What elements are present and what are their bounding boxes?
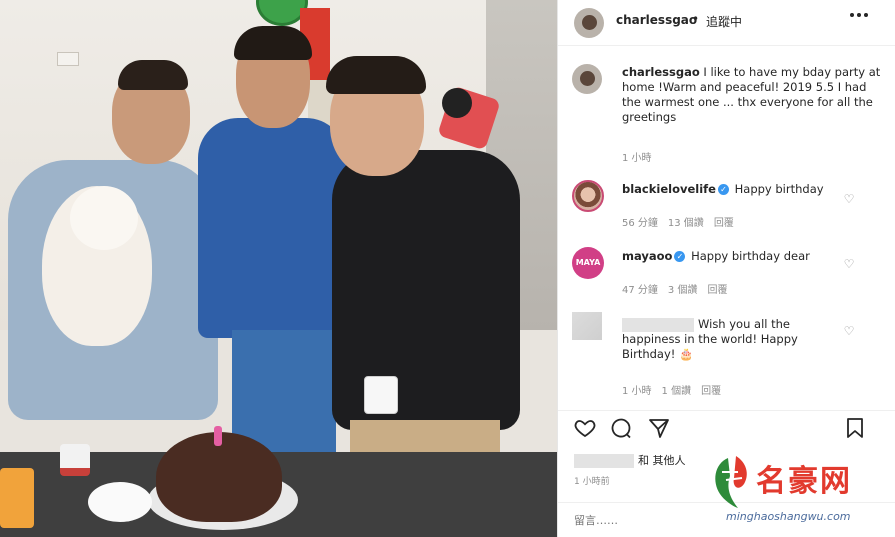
white-plate (88, 482, 152, 522)
post-header: charlessgao • 追蹤中 (558, 0, 895, 46)
person-middle-hair (234, 26, 312, 60)
caption-username[interactable]: charlessgao (622, 65, 700, 79)
heart-icon[interactable]: ♡ (842, 192, 856, 206)
avatar[interactable] (574, 8, 604, 38)
commenter-avatar[interactable] (572, 180, 604, 212)
small-cup (364, 376, 398, 414)
post-time: 1 小時前 (574, 477, 610, 487)
comment-likes[interactable]: 13 個讚 (668, 218, 704, 229)
post-photo[interactable] (0, 0, 557, 537)
comment-meta: 56 分鐘 13 個讚 回覆 (622, 214, 744, 229)
paper-cup (60, 444, 90, 476)
comment-text-block: mayaoo ✓ Happy birthday dear (622, 249, 846, 264)
reply-button[interactable]: 回覆 (707, 285, 727, 296)
white-dog-head (70, 186, 138, 250)
watermark-logo-icon (708, 452, 754, 512)
wall-socket (57, 52, 79, 66)
person-right (332, 150, 520, 430)
blurred-username (622, 317, 694, 332)
comment-likes[interactable]: 3 個讚 (668, 285, 698, 296)
comment-time: 56 分鐘 (622, 218, 658, 229)
watermark: 名豪网 minghaoshangwu.com (708, 448, 893, 532)
comment-text: Happy birthday dear (691, 249, 810, 263)
candle (214, 426, 222, 446)
comment-text-block: Wish you all the happiness in the world!… (622, 317, 846, 362)
heart-icon[interactable] (572, 416, 598, 442)
more-dots-icon[interactable] (846, 4, 872, 30)
caption: charlessgao I like to have my bday party… (622, 65, 882, 125)
header-separator: • (692, 12, 700, 26)
commenter-avatar[interactable] (572, 312, 602, 340)
header-username[interactable]: charlessgao (616, 13, 697, 27)
comment-item: Wish you all the happiness in the world!… (558, 312, 895, 402)
comment-item: blackielovelife ✓ Happy birthday 56 分鐘 13 … (558, 180, 895, 242)
caption-avatar[interactable] (572, 64, 602, 94)
actions-divider (558, 410, 895, 411)
share-icon[interactable] (646, 416, 672, 442)
commenter-username[interactable]: blackielovelife (622, 182, 716, 196)
commenter-avatar[interactable]: MAYA (572, 247, 604, 279)
comment-time: 1 小時 (622, 386, 652, 397)
comment-likes[interactable]: 1 個讚 (662, 386, 692, 397)
comment-text: Happy birthday (734, 182, 824, 196)
watermark-title: 名豪网 (756, 464, 852, 499)
likes-summary[interactable]: 和 其他人 (574, 452, 686, 468)
heart-icon[interactable]: ♡ (842, 257, 856, 271)
verified-badge-icon: ✓ (717, 184, 729, 195)
commenter-username[interactable]: mayaoo (622, 249, 672, 263)
follow-button[interactable]: 追蹤中 (706, 13, 742, 30)
person-right-hair (326, 56, 426, 94)
comment-meta: 1 小時 1 個讚 回覆 (622, 382, 731, 397)
bookmark-icon[interactable] (842, 416, 868, 442)
blurred-liker (574, 454, 634, 468)
watermark-url: minghaoshangwu.com (726, 510, 851, 523)
heart-icon[interactable]: ♡ (842, 324, 856, 338)
comment-meta: 47 分鐘 3 個讚 回覆 (622, 281, 737, 296)
comment-item: MAYA mayaoo ✓ Happy birthday dear 47 分鐘 3 … (558, 247, 895, 309)
orange-cup (0, 468, 34, 528)
comment-text-block: blackielovelife ✓ Happy birthday (622, 182, 846, 197)
verified-badge-icon: ✓ (674, 251, 686, 262)
comment-icon[interactable] (608, 416, 634, 442)
likes-text: 和 其他人 (638, 454, 686, 467)
caption-time: 1 小時 (622, 153, 652, 164)
person-middle (198, 118, 346, 338)
reply-button[interactable]: 回覆 (701, 386, 721, 397)
reply-button[interactable]: 回覆 (714, 218, 734, 229)
comment-time: 47 分鐘 (622, 285, 658, 296)
microphone-head (442, 88, 472, 118)
person-left-hair (118, 60, 188, 90)
